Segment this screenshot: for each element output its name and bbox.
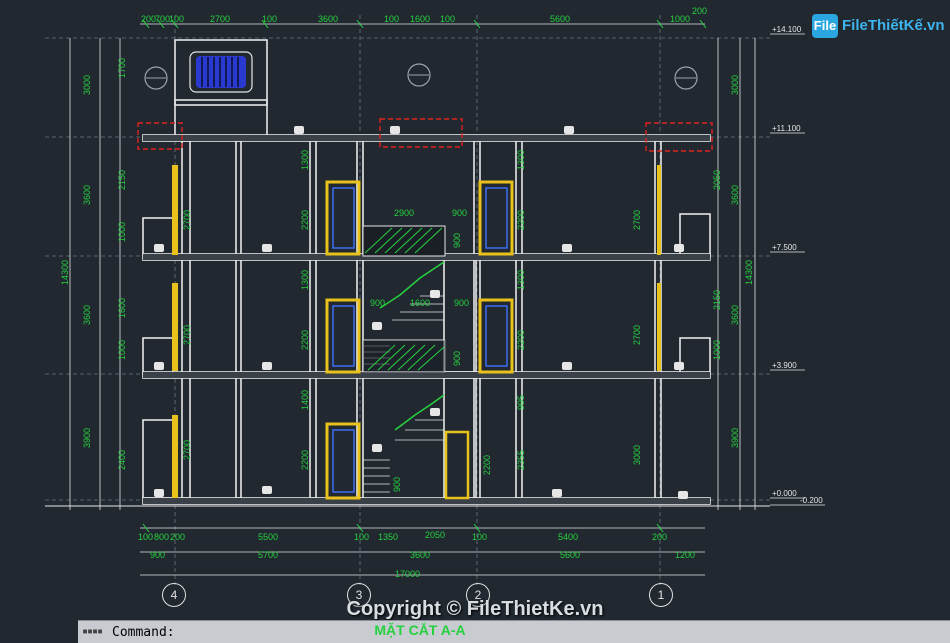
svg-text:2200: 2200 (516, 210, 526, 230)
svg-text:1300: 1300 (300, 150, 310, 170)
svg-text:2200: 2200 (516, 330, 526, 350)
svg-text:3600: 3600 (82, 305, 92, 325)
top-dim: 2700 (210, 14, 230, 24)
svg-text:900: 900 (452, 233, 462, 248)
stairs (362, 225, 446, 493)
svg-text:100: 100 (354, 532, 369, 542)
svg-text:2900: 2900 (394, 208, 414, 218)
svg-text:2200: 2200 (300, 330, 310, 350)
svg-text:100: 100 (138, 532, 153, 542)
svg-text:1000: 1000 (117, 340, 127, 360)
svg-text:3900: 3900 (82, 428, 92, 448)
svg-text:995: 995 (516, 395, 526, 410)
svg-text:3000: 3000 (730, 75, 740, 95)
svg-text:3000: 3000 (82, 75, 92, 95)
site-logo: File FileThiếtKế.vn (812, 12, 945, 42)
svg-text:3900: 3900 (730, 428, 740, 448)
section-drawing: 200 700 100 2700 100 3600 100 1600 100 5… (45, 6, 825, 585)
svg-text:200: 200 (652, 532, 667, 542)
svg-text:100: 100 (472, 532, 487, 542)
doors (172, 165, 661, 500)
water-tank (189, 51, 253, 93)
svg-text:2150: 2150 (117, 170, 127, 190)
top-dim: 700 (155, 14, 170, 24)
level-label: +3.900 (772, 361, 797, 370)
level-label: +11.100 (772, 124, 801, 133)
svg-text:2700: 2700 (632, 210, 642, 230)
svg-text:1600: 1600 (117, 298, 127, 318)
svg-text:3600: 3600 (82, 185, 92, 205)
svg-text:1300: 1300 (516, 150, 526, 170)
top-dim: 200 (692, 6, 707, 16)
svg-text:3000: 3000 (632, 445, 642, 465)
svg-text:1400: 1400 (300, 390, 310, 410)
level-label: +0.000 (772, 489, 797, 498)
svg-text:3600: 3600 (730, 185, 740, 205)
top-dim: 1000 (670, 14, 690, 24)
bottom-dimension-text: 100 800 200 5500 100 1350 2050 100 5400 … (138, 530, 695, 579)
copyright-watermark: Copyright © FileThietKe.vn (346, 598, 604, 620)
top-dim: 5600 (550, 14, 570, 24)
top-dim: 100 (384, 14, 399, 24)
logo-mark: File (812, 14, 838, 38)
dimension-ticks (142, 19, 707, 533)
top-dim: 1600 (410, 14, 430, 24)
svg-text:5600: 5600 (560, 550, 580, 560)
svg-text:2050: 2050 (712, 170, 722, 190)
level-label: -0.200 (800, 496, 823, 505)
svg-text:1200: 1200 (675, 550, 695, 560)
svg-text:2200: 2200 (300, 210, 310, 230)
svg-text:1600: 1600 (410, 298, 430, 308)
svg-text:2150: 2150 (712, 290, 722, 310)
svg-text:2700: 2700 (182, 325, 192, 345)
svg-text:1700: 1700 (117, 58, 127, 78)
svg-text:1000: 1000 (117, 222, 127, 242)
svg-text:900: 900 (150, 550, 165, 560)
level-label: +7.500 (772, 243, 797, 252)
level-marks: +14.100 +11.100 +7.500 +3.900 +0.000 -0.… (772, 25, 823, 505)
svg-text:900: 900 (452, 351, 462, 366)
level-label: +14.100 (772, 25, 802, 34)
svg-text:5400: 5400 (558, 532, 578, 542)
top-dim: 3600 (318, 14, 338, 24)
interior-dims: 2700 2700 2700 1300 2200 1300 2200 1400 … (182, 150, 642, 475)
svg-text:2200: 2200 (482, 455, 492, 475)
svg-text:1300: 1300 (516, 270, 526, 290)
building-section (142, 39, 711, 505)
svg-text:14300: 14300 (744, 260, 754, 285)
top-dim: 100 (440, 14, 455, 24)
logo-text: FileThiếtKế.vn (842, 17, 945, 34)
cad-viewport[interactable]: 200 700 100 2700 100 3600 100 1600 100 5… (0, 0, 950, 620)
svg-text:2355: 2355 (516, 450, 526, 470)
svg-text:900: 900 (452, 208, 467, 218)
drawing-title: MẶT CẮT A-A (374, 622, 466, 638)
svg-text:2050: 2050 (425, 530, 445, 540)
svg-text:17000: 17000 (395, 569, 420, 579)
svg-text:14300: 14300 (60, 260, 70, 285)
svg-text:1000: 1000 (712, 340, 722, 360)
top-dim: 100 (169, 14, 184, 24)
svg-text:2700: 2700 (182, 210, 192, 230)
svg-text:3600: 3600 (730, 305, 740, 325)
svg-text:900: 900 (370, 298, 385, 308)
svg-text:1350: 1350 (378, 532, 398, 542)
svg-text:5500: 5500 (258, 532, 278, 542)
top-dimension-text: 200 700 100 2700 100 3600 100 1600 100 5… (141, 6, 707, 24)
top-dim: 100 (262, 14, 277, 24)
svg-text:2400: 2400 (117, 450, 127, 470)
svg-text:2700: 2700 (182, 440, 192, 460)
level-lines (770, 33, 825, 506)
slab-hatches (143, 135, 710, 504)
svg-text:900: 900 (454, 298, 469, 308)
svg-text:2700: 2700 (632, 325, 642, 345)
svg-text:3600: 3600 (410, 550, 430, 560)
top-dim: 200 (141, 14, 156, 24)
svg-text:2200: 2200 (300, 450, 310, 470)
svg-text:800: 800 (154, 532, 169, 542)
svg-text:5700: 5700 (258, 550, 278, 560)
tag-markers (154, 126, 688, 499)
svg-text:900: 900 (392, 477, 402, 492)
svg-text:1300: 1300 (300, 270, 310, 290)
svg-text:200: 200 (170, 532, 185, 542)
